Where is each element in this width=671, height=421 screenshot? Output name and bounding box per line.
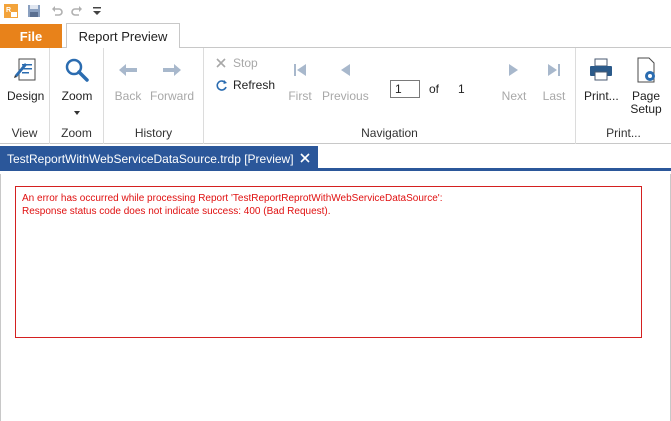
previous-page-icon: [329, 54, 361, 86]
undo-icon[interactable]: [48, 2, 66, 20]
ribbon: Design View Zoom Zoom Back Forward Histo…: [0, 48, 671, 144]
stop-label: Stop: [233, 56, 258, 70]
arrow-right-icon: [156, 54, 188, 86]
error-message-line2: Response status code does not indicate s…: [22, 206, 331, 217]
refresh-icon: [214, 78, 228, 92]
back-label: Back: [114, 89, 142, 103]
back-button[interactable]: Back: [112, 54, 144, 103]
design-icon: [10, 54, 42, 86]
zoom-button[interactable]: Zoom: [61, 54, 93, 118]
last-page-icon: [538, 54, 570, 86]
print-label: Print...: [584, 89, 619, 103]
page-number-input[interactable]: [390, 80, 420, 98]
group-history: Back Forward History: [104, 48, 204, 144]
group-zoom: Zoom Zoom: [50, 48, 104, 144]
group-navigation: Stop Refresh First Previous of 1: [204, 48, 576, 144]
previous-label: Previous: [322, 89, 369, 103]
document-tab-title: TestReportWithWebServiceDataSource.trdp …: [7, 151, 294, 166]
first-page-icon: [284, 54, 316, 86]
first-page-button[interactable]: First: [284, 54, 316, 103]
stop-icon: [214, 56, 228, 70]
tab-report-preview[interactable]: Report Preview: [66, 23, 180, 49]
page-setup-icon: [630, 54, 662, 86]
next-page-icon: [498, 54, 530, 86]
group-print: Print... Page Setup Print...: [576, 48, 671, 144]
design-label: Design: [7, 89, 45, 103]
stop-button[interactable]: Stop: [214, 56, 258, 70]
save-icon[interactable]: [25, 2, 43, 20]
last-page-button[interactable]: Last: [538, 54, 570, 103]
first-label: First: [288, 89, 312, 103]
page-setup-label-line2: Setup: [630, 102, 662, 116]
zoom-label: Zoom: [61, 89, 93, 103]
refresh-button[interactable]: Refresh: [214, 78, 275, 92]
ribbon-tab-bar: File Report Preview: [0, 22, 671, 49]
group-view: Design View: [0, 48, 50, 144]
report-preview-area[interactable]: An error has occurred while processing R…: [0, 174, 671, 421]
error-message-line1: An error has occurred while processing R…: [22, 193, 443, 204]
magnifier-icon: [61, 54, 93, 86]
refresh-label: Refresh: [233, 78, 276, 92]
page-setup-label-line1: Page: [631, 89, 660, 103]
customize-dropdown-icon[interactable]: [90, 2, 104, 20]
app-logo-icon[interactable]: R: [2, 2, 20, 20]
previous-page-button[interactable]: Previous: [322, 54, 369, 103]
arrow-left-icon: [112, 54, 144, 86]
quick-access-toolbar: R: [0, 0, 671, 22]
group-label-zoom: Zoom: [61, 126, 92, 140]
print-button[interactable]: Print...: [584, 54, 619, 103]
next-label: Next: [501, 89, 527, 103]
group-label-history: History: [134, 126, 173, 140]
document-tab-strip: TestReportWithWebServiceDataSource.trdp …: [0, 144, 671, 171]
group-label-view: View: [11, 126, 38, 140]
group-label-print: Print...: [606, 126, 641, 140]
of-label: of: [429, 82, 440, 96]
group-label-navigation: Navigation: [361, 126, 418, 140]
error-message-box: An error has occurred while processing R…: [15, 186, 642, 338]
next-page-button[interactable]: Next: [498, 54, 530, 103]
page-setup-label: Page Setup: [630, 90, 661, 116]
page-setup-button[interactable]: Page Setup: [630, 54, 662, 116]
redo-icon[interactable]: [68, 2, 86, 20]
printer-icon: [585, 54, 617, 86]
forward-button[interactable]: Forward: [150, 54, 194, 103]
forward-label: Forward: [150, 89, 195, 103]
close-icon[interactable]: [298, 151, 312, 165]
svg-text:R: R: [6, 7, 11, 14]
total-pages: 1: [458, 82, 465, 96]
document-tab[interactable]: TestReportWithWebServiceDataSource.trdp …: [0, 146, 318, 171]
tab-file[interactable]: File: [0, 24, 62, 48]
last-label: Last: [542, 89, 566, 103]
design-button[interactable]: Design: [7, 54, 44, 103]
chevron-down-icon: [74, 104, 80, 118]
